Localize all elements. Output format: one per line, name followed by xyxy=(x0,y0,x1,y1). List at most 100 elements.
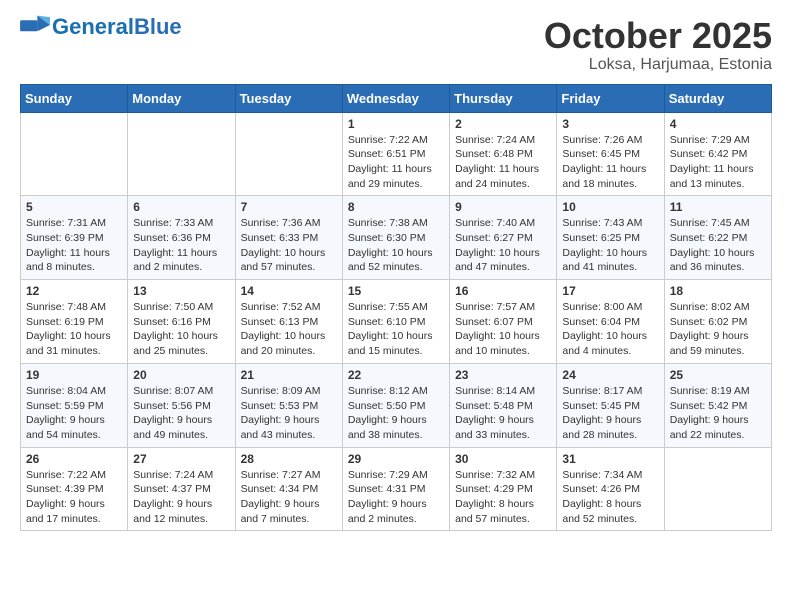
day-number: 8 xyxy=(348,200,444,214)
calendar-header-friday: Friday xyxy=(557,84,664,112)
calendar-week-row: 5 Sunrise: 7:31 AM Sunset: 6:39 PM Daylig… xyxy=(21,196,772,280)
header: GeneralBlue October 2025 Loksa, Harjumaa… xyxy=(20,16,772,74)
calendar-cell: 15Sunrise: 7:55 AM Sunset: 6:10 PM Dayli… xyxy=(342,280,449,364)
day-info: Sunrise: 8:00 AM Sunset: 6:04 PM Dayligh… xyxy=(562,300,658,359)
day-number: 21 xyxy=(241,368,337,382)
calendar-cell: 23Sunrise: 8:14 AM Sunset: 5:48 PM Dayli… xyxy=(450,363,557,447)
day-number: 3 xyxy=(562,117,658,131)
calendar-cell: 9 Sunrise: 7:40 AM Sunset: 6:27 PM Daylig… xyxy=(450,196,557,280)
day-number: 26 xyxy=(26,452,122,466)
month-title: October 2025 xyxy=(544,16,772,56)
day-number: 5 xyxy=(26,200,122,214)
calendar-cell xyxy=(235,112,342,196)
day-info: Sunrise: 7:29 AM Sunset: 4:31 PM Dayligh… xyxy=(348,468,444,527)
day-info: Sunrise: 7:34 AM Sunset: 4:26 PM Dayligh… xyxy=(562,468,658,527)
calendar-cell: 18Sunrise: 8:02 AM Sunset: 6:02 PM Dayli… xyxy=(664,280,771,364)
day-info: Sunrise: 8:04 AM Sunset: 5:59 PM Dayligh… xyxy=(26,384,122,443)
day-number: 29 xyxy=(348,452,444,466)
calendar-cell: 8 Sunrise: 7:38 AM Sunset: 6:30 PM Daylig… xyxy=(342,196,449,280)
logo: GeneralBlue xyxy=(20,16,182,38)
day-number: 15 xyxy=(348,284,444,298)
calendar-cell xyxy=(21,112,128,196)
day-info: Sunrise: 7:33 AM Sunset: 6:36 PM Dayligh… xyxy=(133,216,229,275)
day-number: 17 xyxy=(562,284,658,298)
day-number: 9 xyxy=(455,200,551,214)
logo-text: GeneralBlue xyxy=(52,16,182,38)
day-number: 18 xyxy=(670,284,766,298)
day-info: Sunrise: 7:43 AM Sunset: 6:25 PM Dayligh… xyxy=(562,216,658,275)
day-info: Sunrise: 7:32 AM Sunset: 4:29 PM Dayligh… xyxy=(455,468,551,527)
day-info: Sunrise: 7:48 AM Sunset: 6:19 PM Dayligh… xyxy=(26,300,122,359)
calendar-cell: 14 Sunrise: 7:52 AM Sunset: 6:13 PM Dayli… xyxy=(235,280,342,364)
day-info: Sunrise: 7:24 AM Sunset: 6:48 PM Dayligh… xyxy=(455,133,551,192)
calendar-header-thursday: Thursday xyxy=(450,84,557,112)
calendar-cell: 31 Sunrise: 7:34 AM Sunset: 4:26 PM Dayli… xyxy=(557,447,664,531)
calendar-header-sunday: Sunday xyxy=(21,84,128,112)
logo-icon xyxy=(20,14,50,36)
calendar-cell: 22Sunrise: 8:12 AM Sunset: 5:50 PM Dayli… xyxy=(342,363,449,447)
day-number: 14 xyxy=(241,284,337,298)
calendar-cell: 12 Sunrise: 7:48 AM Sunset: 6:19 PM Dayli… xyxy=(21,280,128,364)
day-info: Sunrise: 8:09 AM Sunset: 5:53 PM Dayligh… xyxy=(241,384,337,443)
day-number: 25 xyxy=(670,368,766,382)
calendar-cell: 6 Sunrise: 7:33 AM Sunset: 6:36 PM Daylig… xyxy=(128,196,235,280)
day-number: 30 xyxy=(455,452,551,466)
calendar-cell: 25 Sunrise: 8:19 AM Sunset: 5:42 PM Dayli… xyxy=(664,363,771,447)
day-number: 13 xyxy=(133,284,229,298)
calendar-header-saturday: Saturday xyxy=(664,84,771,112)
calendar-cell: 28 Sunrise: 7:27 AM Sunset: 4:34 PM Dayli… xyxy=(235,447,342,531)
calendar-cell: 4Sunrise: 7:29 AM Sunset: 6:42 PM Daylig… xyxy=(664,112,771,196)
calendar-cell: 24 Sunrise: 8:17 AM Sunset: 5:45 PM Dayli… xyxy=(557,363,664,447)
calendar-cell: 3Sunrise: 7:26 AM Sunset: 6:45 PM Daylig… xyxy=(557,112,664,196)
day-info: Sunrise: 7:22 AM Sunset: 4:39 PM Dayligh… xyxy=(26,468,122,527)
calendar-cell: 13 Sunrise: 7:50 AM Sunset: 6:16 PM Dayli… xyxy=(128,280,235,364)
calendar-cell: 1Sunrise: 7:22 AM Sunset: 6:51 PM Daylig… xyxy=(342,112,449,196)
day-number: 16 xyxy=(455,284,551,298)
day-info: Sunrise: 7:22 AM Sunset: 6:51 PM Dayligh… xyxy=(348,133,444,192)
day-number: 28 xyxy=(241,452,337,466)
calendar-header-row: SundayMondayTuesdayWednesdayThursdayFrid… xyxy=(21,84,772,112)
calendar-week-row: 1Sunrise: 7:22 AM Sunset: 6:51 PM Daylig… xyxy=(21,112,772,196)
calendar-table: SundayMondayTuesdayWednesdayThursdayFrid… xyxy=(20,84,772,532)
day-info: Sunrise: 8:17 AM Sunset: 5:45 PM Dayligh… xyxy=(562,384,658,443)
day-number: 10 xyxy=(562,200,658,214)
day-number: 19 xyxy=(26,368,122,382)
calendar-week-row: 19 Sunrise: 8:04 AM Sunset: 5:59 PM Dayli… xyxy=(21,363,772,447)
calendar-header-wednesday: Wednesday xyxy=(342,84,449,112)
day-number: 4 xyxy=(670,117,766,131)
day-info: Sunrise: 7:57 AM Sunset: 6:07 PM Dayligh… xyxy=(455,300,551,359)
calendar-cell: 19 Sunrise: 8:04 AM Sunset: 5:59 PM Dayli… xyxy=(21,363,128,447)
day-info: Sunrise: 7:45 AM Sunset: 6:22 PM Dayligh… xyxy=(670,216,766,275)
day-number: 6 xyxy=(133,200,229,214)
day-number: 11 xyxy=(670,200,766,214)
calendar-cell: 17 Sunrise: 8:00 AM Sunset: 6:04 PM Dayli… xyxy=(557,280,664,364)
title-block: October 2025 Loksa, Harjumaa, Estonia xyxy=(544,16,772,74)
calendar-cell: 20Sunrise: 8:07 AM Sunset: 5:56 PM Dayli… xyxy=(128,363,235,447)
calendar-cell: 21 Sunrise: 8:09 AM Sunset: 5:53 PM Dayli… xyxy=(235,363,342,447)
calendar-cell: 2Sunrise: 7:24 AM Sunset: 6:48 PM Daylig… xyxy=(450,112,557,196)
calendar-cell: 10 Sunrise: 7:43 AM Sunset: 6:25 PM Dayli… xyxy=(557,196,664,280)
calendar-cell: 29 Sunrise: 7:29 AM Sunset: 4:31 PM Dayli… xyxy=(342,447,449,531)
day-info: Sunrise: 7:24 AM Sunset: 4:37 PM Dayligh… xyxy=(133,468,229,527)
day-number: 31 xyxy=(562,452,658,466)
calendar-cell: 27 Sunrise: 7:24 AM Sunset: 4:37 PM Dayli… xyxy=(128,447,235,531)
day-info: Sunrise: 8:07 AM Sunset: 5:56 PM Dayligh… xyxy=(133,384,229,443)
calendar-cell: 30 Sunrise: 7:32 AM Sunset: 4:29 PM Dayli… xyxy=(450,447,557,531)
calendar-cell xyxy=(664,447,771,531)
day-info: Sunrise: 7:40 AM Sunset: 6:27 PM Dayligh… xyxy=(455,216,551,275)
day-info: Sunrise: 7:50 AM Sunset: 6:16 PM Dayligh… xyxy=(133,300,229,359)
day-number: 7 xyxy=(241,200,337,214)
day-info: Sunrise: 7:31 AM Sunset: 6:39 PM Dayligh… xyxy=(26,216,122,275)
day-number: 27 xyxy=(133,452,229,466)
day-number: 22 xyxy=(348,368,444,382)
day-number: 12 xyxy=(26,284,122,298)
calendar-header-tuesday: Tuesday xyxy=(235,84,342,112)
day-info: Sunrise: 7:36 AM Sunset: 6:33 PM Dayligh… xyxy=(241,216,337,275)
day-info: Sunrise: 7:52 AM Sunset: 6:13 PM Dayligh… xyxy=(241,300,337,359)
day-info: Sunrise: 7:38 AM Sunset: 6:30 PM Dayligh… xyxy=(348,216,444,275)
calendar-cell: 16 Sunrise: 7:57 AM Sunset: 6:07 PM Dayli… xyxy=(450,280,557,364)
day-info: Sunrise: 7:27 AM Sunset: 4:34 PM Dayligh… xyxy=(241,468,337,527)
day-number: 23 xyxy=(455,368,551,382)
day-info: Sunrise: 8:19 AM Sunset: 5:42 PM Dayligh… xyxy=(670,384,766,443)
day-number: 24 xyxy=(562,368,658,382)
